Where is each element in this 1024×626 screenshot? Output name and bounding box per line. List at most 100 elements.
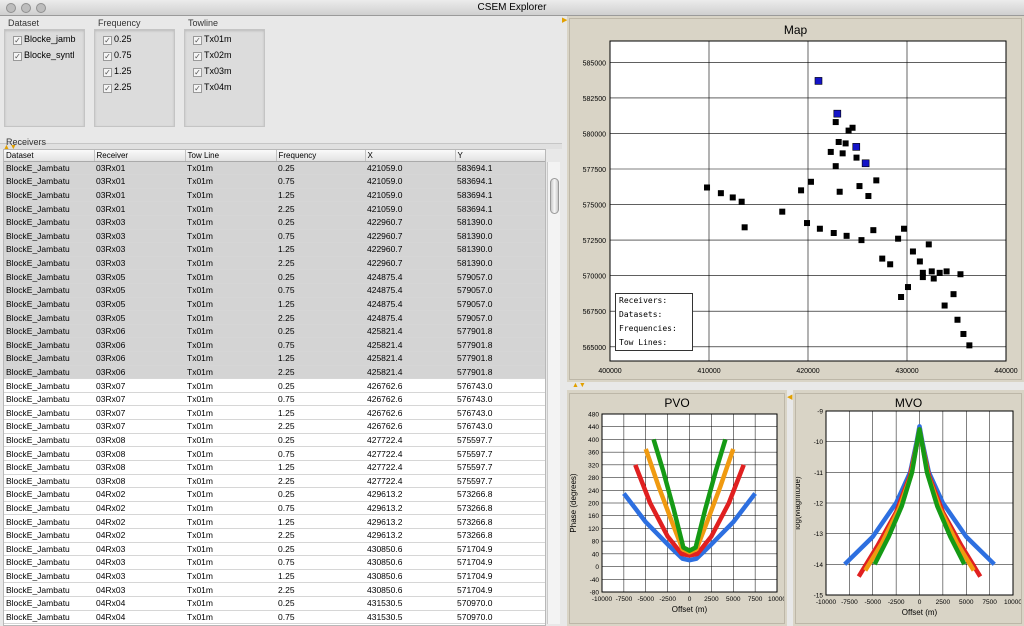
table-row[interactable]: BlockE_Jambatu 03Rx01 Tx01m 2.25 421059.0 583… xyxy=(4,201,545,216)
table-row[interactable]: BlockE_Jambatu 04Rx03 Tx01m 0.25 430850.6 571… xyxy=(4,542,545,557)
receiver-marker[interactable] xyxy=(909,248,916,255)
receiver-marker[interactable] xyxy=(843,232,850,239)
column-header[interactable]: X xyxy=(365,150,456,162)
scrollbar-thumb[interactable] xyxy=(550,178,559,214)
checkbox-icon[interactable]: ✓ xyxy=(193,68,202,77)
receiver-marker[interactable] xyxy=(856,183,863,190)
receiver-marker[interactable] xyxy=(741,224,748,231)
towline-filter-item[interactable]: ✓ Tx02m xyxy=(193,50,232,61)
mvo-plot[interactable]: MVO -10000 -7500 -5000 -2500 0 2500 5000 7500 10… xyxy=(795,393,1022,624)
pvo-plot[interactable]: PVO -10000 -7500 -5000 -2500 0 2500 5000 7500 10… xyxy=(569,393,785,624)
receiver-marker[interactable] xyxy=(943,268,950,275)
table-row[interactable]: BlockE_Jambatu 03Rx08 Tx01m 0.25 427722.4 575… xyxy=(4,433,545,448)
table-row[interactable]: BlockE_Jambatu 03Rx03 Tx01m 0.75 422960.7 581… xyxy=(4,229,545,244)
receiver-marker[interactable] xyxy=(919,274,926,281)
receiver-marker[interactable] xyxy=(879,255,886,262)
table-row[interactable]: BlockE_Jambatu 03Rx01 Tx01m 0.25 421059.0 583… xyxy=(4,161,545,176)
receiver-marker[interactable] xyxy=(835,138,842,145)
receiver-marker[interactable] xyxy=(904,284,911,291)
checkbox-icon[interactable]: ✓ xyxy=(103,36,112,45)
table-row[interactable]: BlockE_Jambatu 04Rx02 Tx01m 0.25 429613.2 573… xyxy=(4,487,545,502)
receiver-marker[interactable] xyxy=(930,275,937,282)
receiver-marker[interactable] xyxy=(960,330,967,337)
checkbox-icon[interactable]: ✓ xyxy=(103,52,112,61)
table-row[interactable]: BlockE_Jambatu 03Rx07 Tx01m 1.25 426762.6 576… xyxy=(4,405,545,421)
checkbox-icon[interactable]: ✓ xyxy=(103,68,112,77)
table-row[interactable]: BlockE_Jambatu 04Rx03 Tx01m 0.75 430850.6 571… xyxy=(4,555,545,570)
splitter-arrow-icon[interactable]: ◀ xyxy=(787,394,792,401)
towline-filter-item[interactable]: ✓ Tx04m xyxy=(193,82,232,93)
frequency-filter-item[interactable]: ✓ 2.25 xyxy=(103,82,132,93)
towline-filter-item[interactable]: ✓ Tx01m xyxy=(193,34,232,45)
checkbox-icon[interactable]: ✓ xyxy=(13,52,22,61)
table-row[interactable]: BlockE_Jambatu 04Rx04 Tx01m 0.25 431530.5 570… xyxy=(4,596,545,611)
receiver-marker[interactable] xyxy=(832,119,839,126)
receiver-marker[interactable] xyxy=(901,225,908,232)
table-row[interactable]: BlockE_Jambatu 03Rx05 Tx01m 0.75 424875.4 579… xyxy=(4,283,545,298)
checkbox-icon[interactable]: ✓ xyxy=(193,36,202,45)
receiver-marker[interactable] xyxy=(925,241,932,248)
receiver-marker[interactable] xyxy=(957,271,964,278)
table-row[interactable]: BlockE_Jambatu 03Rx05 Tx01m 0.25 424875.4 579… xyxy=(4,269,545,284)
receiver-marker[interactable] xyxy=(798,187,805,194)
minimize-window-button[interactable] xyxy=(21,3,31,13)
table-row[interactable]: BlockE_Jambatu 03Rx05 Tx01m 1.25 424875.4 579… xyxy=(4,297,545,312)
checkbox-icon[interactable]: ✓ xyxy=(193,84,202,93)
receiver-marker[interactable] xyxy=(895,235,902,242)
mvo-canvas[interactable]: -10000 -7500 -5000 -2500 0 2500 5000 7500 10000 -… xyxy=(796,394,1021,623)
table-row[interactable]: BlockE_Jambatu 03Rx07 Tx01m 0.75 426762.6 576… xyxy=(4,392,545,407)
frequency-filter-item[interactable]: ✓ 1.25 xyxy=(103,66,132,77)
receiver-marker[interactable] xyxy=(865,193,872,200)
zoom-window-button[interactable] xyxy=(36,3,46,13)
dataset-filter-item[interactable]: ✓ Blocke_jamb xyxy=(13,34,76,45)
table-row[interactable]: BlockE_Jambatu 03Rx08 Tx01m 2.25 427722.4 575… xyxy=(4,474,545,489)
column-header[interactable]: Frequency xyxy=(276,150,366,162)
receiver-marker[interactable] xyxy=(839,150,846,157)
receiver-marker[interactable] xyxy=(873,177,880,184)
receiver-marker[interactable] xyxy=(807,178,814,185)
pvo-canvas[interactable]: -10000-7500 -5000 -2500 0 2500 5000 7500 10000 -… xyxy=(570,394,784,623)
receiver-marker[interactable] xyxy=(729,194,736,201)
frequency-filter-item[interactable]: ✓ 0.25 xyxy=(103,34,132,45)
receiver-marker[interactable] xyxy=(849,124,856,131)
column-header[interactable]: Dataset xyxy=(4,150,95,162)
receiver-marker[interactable] xyxy=(830,230,837,236)
table-row[interactable]: BlockE_Jambatu 03Rx07 Tx01m 2.25 426762.6 576… xyxy=(4,419,545,434)
table-row[interactable]: BlockE_Jambatu 03Rx07 Tx01m 0.25 426762.6 576… xyxy=(4,378,545,393)
receiver-marker[interactable] xyxy=(916,258,923,265)
receiver-marker[interactable] xyxy=(827,148,834,155)
table-row[interactable]: BlockE_Jambatu 03Rx08 Tx01m 1.25 427722.4 575… xyxy=(4,460,545,475)
table-row[interactable]: BlockE_Jambatu 03Rx06 Tx01m 0.25 425821.4 577… xyxy=(4,324,545,339)
receiver-marker[interactable] xyxy=(936,269,943,276)
table-row[interactable]: BlockE_Jambatu 03Rx08 Tx01m 0.75 427722.4 575… xyxy=(4,446,545,461)
receiver-marker[interactable] xyxy=(704,184,711,191)
table-row[interactable]: BlockE_Jambatu 04Rx03 Tx01m 1.25 430850.6 571… xyxy=(4,569,545,584)
receiver-marker[interactable] xyxy=(954,316,961,323)
receiver-marker[interactable] xyxy=(858,237,865,244)
receiver-marker[interactable] xyxy=(853,154,860,161)
checkbox-icon[interactable]: ✓ xyxy=(193,52,202,61)
table-row[interactable]: BlockE_Jambatu 03Rx06 Tx01m 1.25 425821.4 577… xyxy=(4,351,545,366)
column-header[interactable]: Receiver xyxy=(94,150,186,162)
table-row[interactable]: BlockE_Jambatu 03Rx06 Tx01m 0.75 425821.4 577… xyxy=(4,337,545,353)
table-row[interactable]: BlockE_Jambatu 03Rx03 Tx01m 2.25 422960.7 581… xyxy=(4,256,545,271)
receiver-marker[interactable] xyxy=(941,302,948,309)
receiver-marker[interactable] xyxy=(832,163,839,170)
receiver-marker[interactable] xyxy=(816,225,823,232)
receiver-marker[interactable] xyxy=(928,268,935,275)
table-row[interactable]: BlockE_Jambatu 03Rx03 Tx01m 1.25 422960.7 581… xyxy=(4,242,545,257)
close-window-button[interactable] xyxy=(6,3,16,13)
table-row[interactable]: BlockE_Jambatu 03Rx01 Tx01m 1.25 421059.0 583… xyxy=(4,188,545,203)
map-plot[interactable]: Map 400000 410000 420000 430000 440000 565000… xyxy=(569,18,1022,380)
dataset-filter-item[interactable]: ✓ Blocke_syntl xyxy=(13,50,75,61)
checkbox-icon[interactable]: ✓ xyxy=(13,36,22,45)
column-header[interactable]: Tow Line xyxy=(185,150,277,162)
selected-receiver-marker[interactable] xyxy=(814,77,823,85)
selected-receiver-marker[interactable] xyxy=(861,159,870,168)
receiver-marker[interactable] xyxy=(738,198,745,205)
receivers-table[interactable]: Dataset Receiver Tow Line Frequency X Y Block… xyxy=(3,149,546,626)
receiver-marker[interactable] xyxy=(870,227,877,234)
plots-splitter[interactable]: ◀ xyxy=(787,390,793,626)
receiver-marker[interactable] xyxy=(804,220,811,227)
horizontal-splitter[interactable]: ▲▼ xyxy=(567,382,1024,390)
